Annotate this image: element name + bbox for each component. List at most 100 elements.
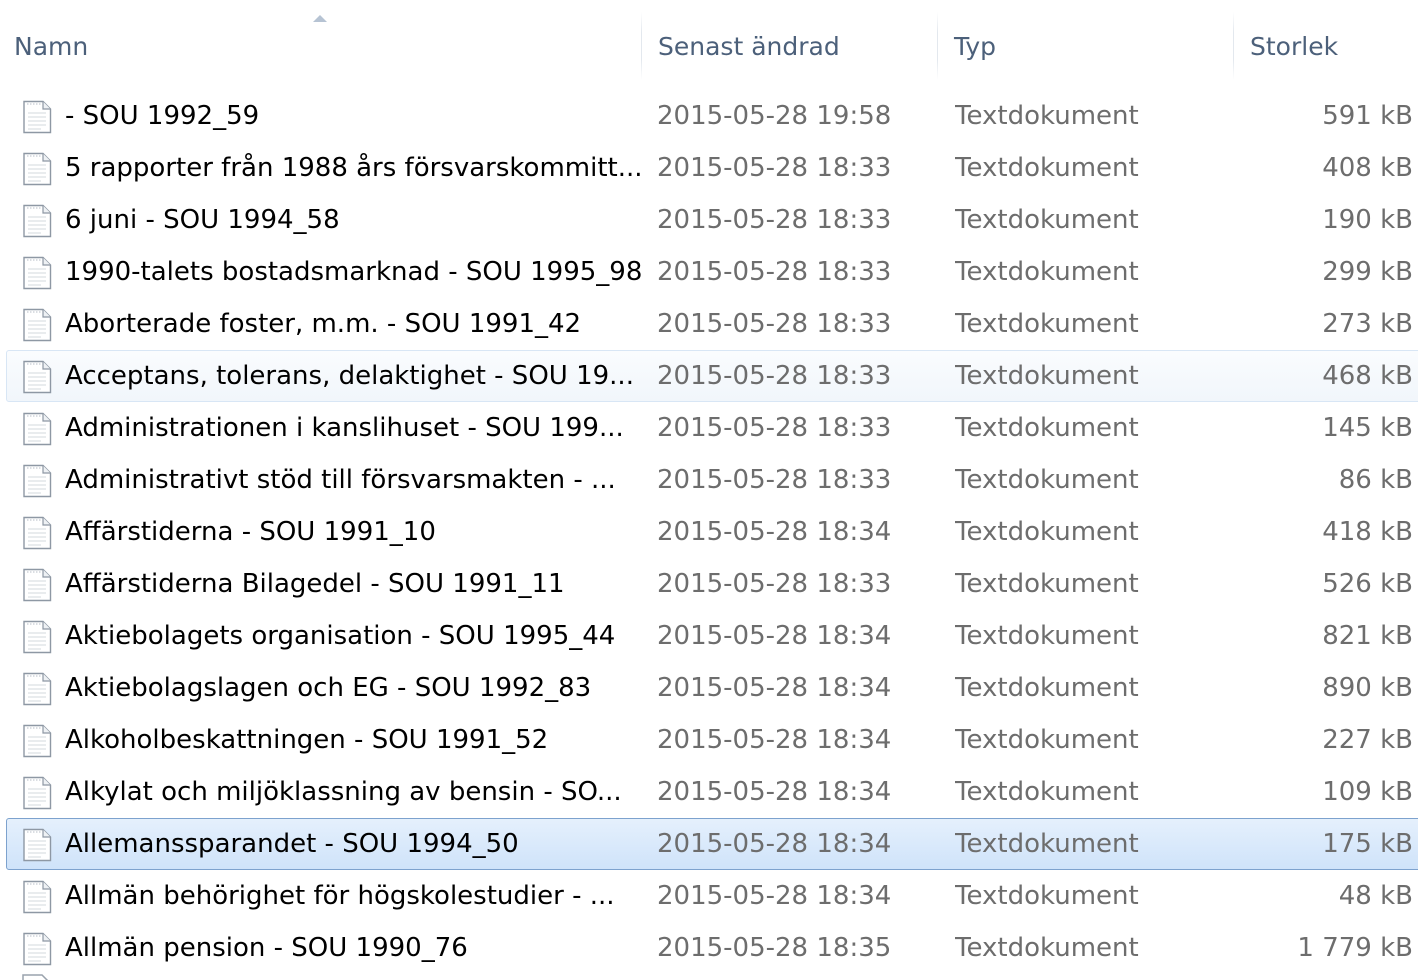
- file-size: 48 kB: [1338, 881, 1413, 911]
- file-type: Textdokument: [955, 621, 1139, 651]
- column-header-name[interactable]: Namn: [0, 12, 642, 80]
- file-type: Textdokument: [955, 569, 1139, 599]
- file-size: 227 kB: [1322, 725, 1413, 755]
- file-modified-date: 2015-05-28 18:34: [657, 829, 892, 859]
- column-header-bar: Namn Senast ändrad Typ Storlek: [0, 0, 1418, 82]
- file-size: 591 kB: [1322, 101, 1413, 131]
- file-modified-date: 2015-05-28 18:34: [657, 725, 892, 755]
- file-type: Textdokument: [955, 777, 1139, 807]
- file-type: Textdokument: [955, 933, 1139, 963]
- file-row[interactable]: Allmän pension - SOU 1990_76 2015-05-28 1…: [6, 922, 1418, 974]
- column-header-type[interactable]: Typ: [938, 12, 1234, 80]
- file-name: Alkoholbeskattningen - SOU 1991_52: [65, 725, 549, 755]
- file-size: 299 kB: [1322, 257, 1413, 287]
- file-row[interactable]: Alkylat och miljöklassning av bensin - S…: [6, 766, 1418, 818]
- file-type: Textdokument: [955, 153, 1139, 183]
- file-row[interactable]: Aborterade foster, m.m. - SOU 1991_42 201…: [6, 298, 1418, 350]
- file-row[interactable]: 5 rapporter från 1988 års försvarskommit…: [6, 142, 1418, 194]
- file-name: Administrativt stöd till försvarsmakten …: [65, 465, 616, 495]
- text-document-icon: [21, 308, 53, 342]
- file-size: 526 kB: [1322, 569, 1413, 599]
- file-size: 821 kB: [1322, 621, 1413, 651]
- file-rows: - SOU 1992_59 2015-05-28 19:58 Textdokumen…: [0, 90, 1418, 974]
- file-name: Administrationen i kanslihuset - SOU 199…: [65, 413, 624, 443]
- file-name: Allmän pension - SOU 1990_76: [65, 933, 468, 963]
- file-type: Textdokument: [955, 517, 1139, 547]
- file-modified-date: 2015-05-28 18:35: [657, 933, 892, 963]
- file-name: Affärstiderna Bilagedel - SOU 1991_11: [65, 569, 565, 599]
- file-size: 175 kB: [1322, 829, 1413, 859]
- text-document-icon: [21, 360, 53, 394]
- file-name: Aktiebolagslagen och EG - SOU 1992_83: [65, 673, 592, 703]
- file-size: 890 kB: [1322, 673, 1413, 703]
- file-row[interactable]: Acceptans, tolerans, delaktighet - SOU 1…: [6, 350, 1418, 402]
- file-name: Alkylat och miljöklassning av bensin - S…: [65, 777, 622, 807]
- column-header-modified-label: Senast ändrad: [658, 31, 840, 61]
- file-row[interactable]: Administrativt stöd till försvarsmakten …: [6, 454, 1418, 506]
- text-document-icon: [21, 256, 53, 290]
- file-type: Textdokument: [955, 725, 1139, 755]
- file-row[interactable]: Aktiebolagets organisation - SOU 1995_44…: [6, 610, 1418, 662]
- file-size: 408 kB: [1322, 153, 1413, 183]
- text-document-icon: [21, 152, 53, 186]
- file-modified-date: 2015-05-28 18:34: [657, 673, 892, 703]
- file-row[interactable]: Alkoholbeskattningen - SOU 1991_52 2015-0…: [6, 714, 1418, 766]
- file-row[interactable]: Aktiebolagslagen och EG - SOU 1992_83 201…: [6, 662, 1418, 714]
- file-row[interactable]: Administrationen i kanslihuset - SOU 199…: [6, 402, 1418, 454]
- text-document-icon: [21, 100, 53, 134]
- text-document-icon: [21, 464, 53, 498]
- column-header-size[interactable]: Storlek: [1234, 12, 1418, 80]
- file-name: Affärstiderna - SOU 1991_10: [65, 517, 436, 547]
- text-document-icon: [21, 672, 53, 706]
- file-type: Textdokument: [955, 101, 1139, 131]
- file-modified-date: 2015-05-28 18:33: [657, 309, 892, 339]
- file-modified-date: 2015-05-28 18:34: [657, 621, 892, 651]
- column-header-size-label: Storlek: [1250, 31, 1339, 61]
- file-type: Textdokument: [955, 673, 1139, 703]
- file-modified-date: 2015-05-28 19:58: [657, 101, 892, 131]
- file-row[interactable]: Affärstiderna - SOU 1991_10 2015-05-28 18…: [6, 506, 1418, 558]
- file-size: 145 kB: [1322, 413, 1413, 443]
- text-document-icon: [21, 204, 53, 238]
- text-document-icon: [21, 724, 53, 758]
- file-modified-date: 2015-05-28 18:33: [657, 361, 892, 391]
- file-modified-date: 2015-05-28 18:34: [657, 777, 892, 807]
- file-modified-date: 2015-05-28 18:33: [657, 569, 892, 599]
- file-name: 6 juni - SOU 1994_58: [65, 205, 340, 235]
- column-header-modified[interactable]: Senast ändrad: [642, 12, 938, 80]
- file-type: Textdokument: [955, 413, 1139, 443]
- file-modified-date: 2015-05-28 18:34: [657, 881, 892, 911]
- file-type: Textdokument: [955, 257, 1139, 287]
- text-document-icon: [22, 974, 49, 980]
- file-type: Textdokument: [955, 465, 1139, 495]
- file-size: 468 kB: [1322, 361, 1413, 391]
- file-row[interactable]: 1990-talets bostadsmarknad - SOU 1995_98…: [6, 246, 1418, 298]
- text-document-icon: [21, 828, 53, 862]
- file-name: - SOU 1992_59: [65, 101, 260, 131]
- file-type: Textdokument: [955, 309, 1139, 339]
- text-document-icon: [21, 620, 53, 654]
- text-document-icon: [21, 776, 53, 810]
- file-modified-date: 2015-05-28 18:33: [657, 205, 892, 235]
- file-name: Aborterade foster, m.m. - SOU 1991_42: [65, 309, 582, 339]
- file-name: Allmän behörighet för högskolestudier - …: [65, 881, 615, 911]
- file-modified-date: 2015-05-28 18:33: [657, 465, 892, 495]
- file-row[interactable]: Affärstiderna Bilagedel - SOU 1991_11 201…: [6, 558, 1418, 610]
- file-row[interactable]: Allmän behörighet för högskolestudier - …: [6, 870, 1418, 922]
- file-name: Acceptans, tolerans, delaktighet - SOU 1…: [65, 361, 634, 391]
- file-type: Textdokument: [955, 205, 1139, 235]
- file-size: 273 kB: [1322, 309, 1413, 339]
- file-type: Textdokument: [955, 361, 1139, 391]
- text-document-icon: [21, 880, 53, 914]
- file-row[interactable]: 6 juni - SOU 1994_58 2015-05-28 18:33 Text…: [6, 194, 1418, 246]
- file-row[interactable]: - SOU 1992_59 2015-05-28 19:58 Textdokumen…: [6, 90, 1418, 142]
- file-type: Textdokument: [955, 829, 1139, 859]
- file-row[interactable]: Allemanssparandet - SOU 1994_50 2015-05-2…: [6, 818, 1418, 870]
- file-name: 5 rapporter från 1988 års försvarskommit…: [65, 153, 643, 183]
- column-header-name-label: Namn: [14, 31, 89, 61]
- file-size: 109 kB: [1322, 777, 1413, 807]
- file-size: 1 779 kB: [1297, 933, 1413, 963]
- file-type: Textdokument: [955, 881, 1139, 911]
- file-modified-date: 2015-05-28 18:33: [657, 153, 892, 183]
- file-modified-date: 2015-05-28 18:33: [657, 257, 892, 287]
